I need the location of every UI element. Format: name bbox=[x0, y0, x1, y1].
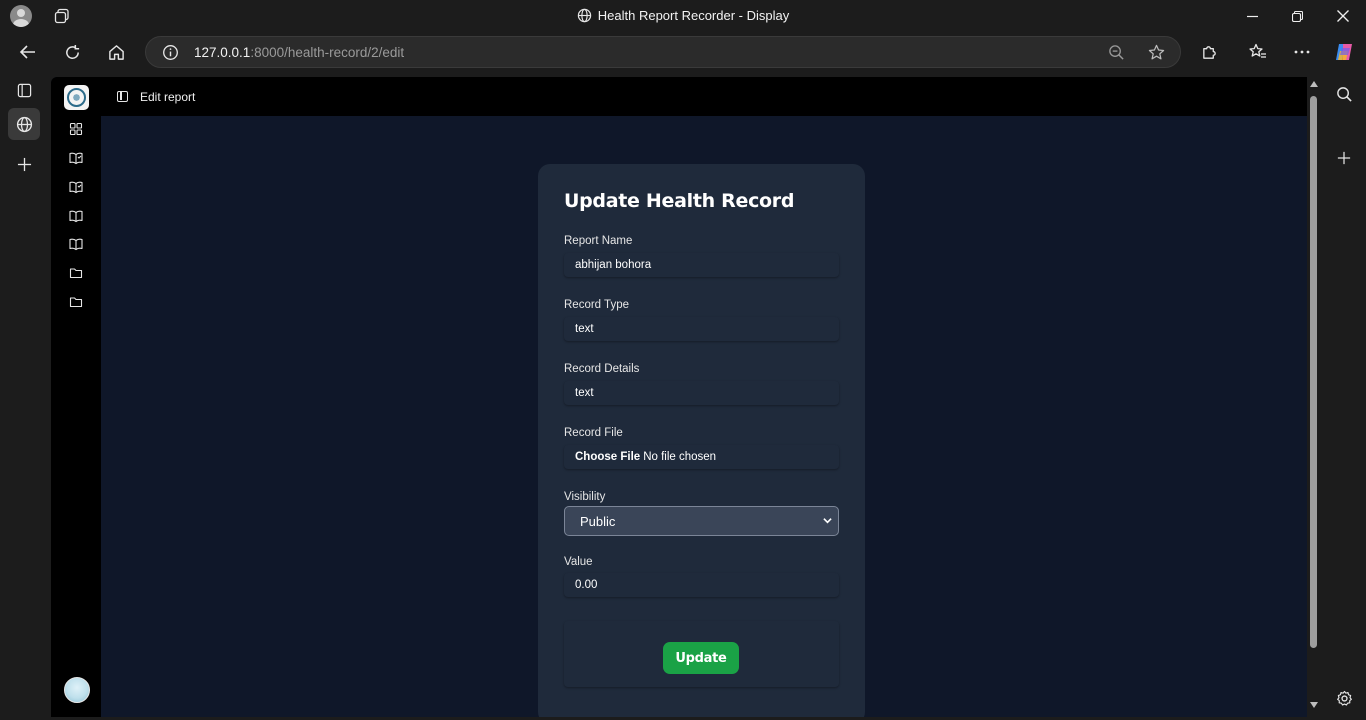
refresh-icon bbox=[65, 44, 79, 59]
copilot-button[interactable] bbox=[1330, 38, 1358, 66]
page-scrollbar[interactable] bbox=[1307, 77, 1322, 717]
restore-icon bbox=[1291, 10, 1303, 22]
close-window-button[interactable] bbox=[1320, 0, 1366, 32]
restore-button[interactable] bbox=[1274, 0, 1320, 32]
window-title: Health Report Recorder - Display bbox=[0, 8, 1366, 23]
submit-area: Update bbox=[564, 621, 839, 687]
sidebar-toggle-icon[interactable] bbox=[117, 91, 128, 102]
scroll-down-arrow-icon[interactable] bbox=[1310, 702, 1318, 708]
tab-actions-button[interactable] bbox=[8, 74, 40, 106]
record-type-input[interactable]: text bbox=[564, 317, 839, 341]
update-button[interactable]: Update bbox=[663, 642, 739, 674]
home-icon bbox=[108, 44, 124, 60]
visibility-label: Visibility bbox=[564, 491, 606, 503]
browser-title-bar: Health Report Recorder - Display bbox=[0, 0, 1366, 32]
scrollbar-thumb[interactable] bbox=[1310, 96, 1317, 648]
more-menu-button[interactable] bbox=[1288, 38, 1316, 66]
minimize-icon bbox=[1246, 15, 1258, 17]
value-input[interactable]: 0.00 bbox=[564, 573, 839, 597]
app-logo[interactable] bbox=[64, 85, 89, 110]
visibility-select[interactable]: Public bbox=[564, 506, 839, 536]
user-avatar[interactable] bbox=[64, 677, 90, 703]
vertical-tabs-bar bbox=[0, 72, 50, 720]
report-name-input[interactable]: abhijan bohora bbox=[564, 253, 839, 277]
extensions-button[interactable] bbox=[1195, 38, 1223, 66]
favorites-button[interactable] bbox=[1244, 38, 1272, 66]
url-text: 127.0.0.1:8000/health-record/2/edit bbox=[194, 45, 404, 60]
sidebar-settings-button[interactable] bbox=[1332, 686, 1356, 710]
book-open-icon[interactable] bbox=[69, 151, 83, 165]
info-icon[interactable] bbox=[162, 44, 179, 61]
update-record-card: Update Health Record Report Name abhijan… bbox=[538, 164, 865, 717]
add-sidebar-app-button[interactable] bbox=[1332, 146, 1356, 170]
close-icon bbox=[1337, 10, 1349, 22]
new-tab-button[interactable] bbox=[8, 148, 40, 180]
visibility-selected: Public bbox=[580, 513, 616, 529]
url-path: :8000/health-record/2/edit bbox=[250, 45, 405, 60]
address-bar[interactable]: 127.0.0.1:8000/health-record/2/edit bbox=[145, 36, 1181, 68]
value-label: Value bbox=[564, 556, 593, 568]
app-sidebar bbox=[51, 77, 101, 717]
report-name-label: Report Name bbox=[564, 235, 633, 247]
url-host: 127.0.0.1 bbox=[194, 45, 251, 60]
minimize-button[interactable] bbox=[1229, 0, 1275, 32]
file-status-text: No file chosen bbox=[643, 451, 717, 463]
record-file-label: Record File bbox=[564, 427, 623, 439]
favorites-icon bbox=[1249, 43, 1266, 58]
copilot-icon bbox=[1336, 44, 1352, 60]
browser-right-sidebar bbox=[1322, 72, 1366, 720]
folder-icon[interactable] bbox=[69, 295, 83, 309]
search-icon bbox=[1336, 86, 1352, 102]
value-value: 0.00 bbox=[575, 579, 598, 591]
search-button[interactable] bbox=[1332, 82, 1356, 106]
tab-health-report[interactable] bbox=[8, 108, 40, 140]
book-open-icon[interactable] bbox=[69, 180, 83, 194]
plus-icon bbox=[1337, 151, 1351, 165]
form-title: Update Health Record bbox=[564, 190, 795, 212]
record-file-input: Choose File No file chosen bbox=[564, 445, 839, 469]
puzzle-icon bbox=[1202, 45, 1216, 59]
back-button[interactable] bbox=[14, 38, 42, 66]
arrow-left-icon bbox=[19, 45, 35, 59]
report-name-value: abhijan bohora bbox=[575, 259, 652, 271]
star-icon[interactable] bbox=[1148, 44, 1165, 61]
refresh-button[interactable] bbox=[58, 38, 86, 66]
home-button[interactable] bbox=[102, 38, 130, 66]
globe-icon bbox=[577, 8, 591, 23]
more-horizontal-icon bbox=[1294, 50, 1310, 54]
choose-file-button[interactable]: Choose File bbox=[575, 451, 640, 463]
book-icon[interactable] bbox=[69, 209, 83, 223]
window-title-text: Health Report Recorder - Display bbox=[597, 8, 790, 23]
chevron-down-icon bbox=[823, 518, 832, 524]
book-icon[interactable] bbox=[69, 237, 83, 251]
app-header: Edit report bbox=[101, 77, 1307, 116]
scroll-up-arrow-icon[interactable] bbox=[1310, 81, 1318, 87]
record-type-value: text bbox=[575, 323, 594, 335]
browser-toolbar: 127.0.0.1:8000/health-record/2/edit bbox=[0, 32, 1366, 72]
grid-icon[interactable] bbox=[69, 122, 83, 136]
globe-icon bbox=[16, 116, 32, 132]
record-type-label: Record Type bbox=[564, 299, 629, 311]
zoom-out-icon[interactable] bbox=[1108, 44, 1125, 61]
gear-icon bbox=[1336, 690, 1352, 706]
folder-icon[interactable] bbox=[69, 266, 83, 280]
tab-actions-icon bbox=[17, 83, 31, 97]
record-details-label: Record Details bbox=[564, 363, 640, 375]
plus-icon bbox=[17, 157, 31, 171]
record-details-input[interactable]: text bbox=[564, 381, 839, 405]
page-viewport: Edit report Update Health Record Report … bbox=[51, 77, 1307, 717]
page-title: Edit report bbox=[140, 90, 196, 104]
record-details-value: text bbox=[575, 387, 594, 399]
